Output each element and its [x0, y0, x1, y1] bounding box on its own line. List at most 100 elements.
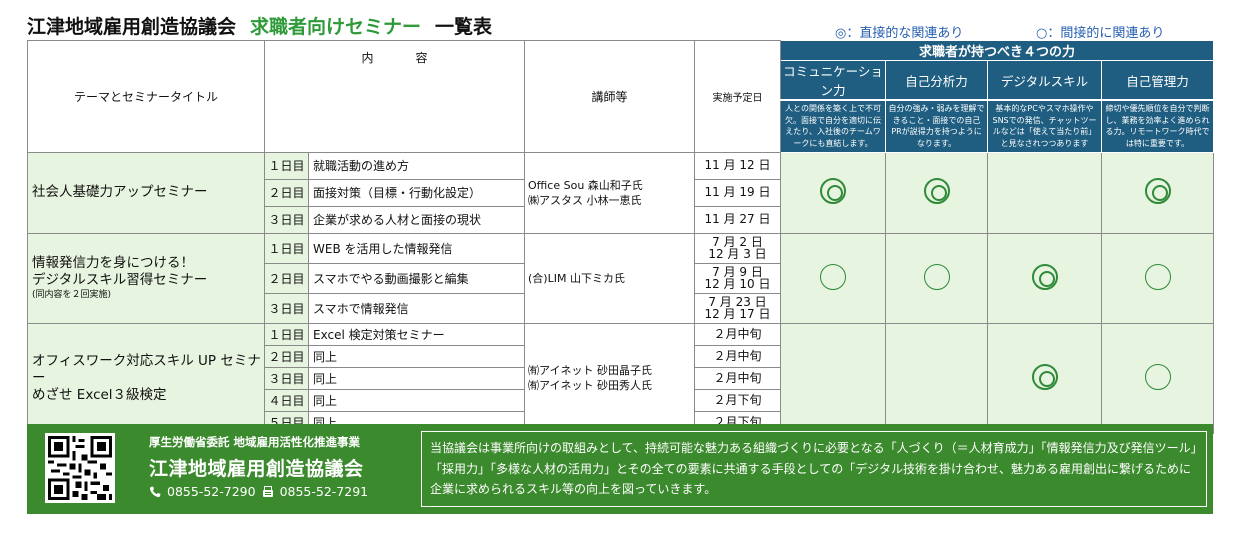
skill-desc-self-management: 締切や優先順位を自分で判断し、業務を効率よく進められる力。リモートワーク時代では…	[1101, 99, 1215, 153]
skill-desc-self-analysis: 自分の強み・弱みを理解できること・面接での自己PRが説得力を持つようになります。	[885, 99, 989, 153]
seminar-2-mark-digital	[987, 232, 1103, 324]
title-list: 一覧表	[435, 16, 493, 38]
seminar-1-topic-3: 企業が求める人材と面接の現状	[307, 205, 526, 234]
seminar-1-date-1: 11 月 12 日	[694, 151, 782, 180]
seminar-3-date-4: ２月下旬	[694, 388, 782, 412]
seminar-3-lecturer-1: ㈲アイネット 砂田晶子氏	[528, 364, 652, 377]
header-skills: 求職者が持つべき４つの力	[780, 40, 1215, 61]
seminar-2-day-3: ３日目	[264, 292, 309, 324]
seminar-3-topic-3: 同上	[307, 366, 526, 390]
seminar-2-lecturers: (合)LIM 山下ミカ氏	[524, 232, 696, 324]
seminar-3-mark-digital	[987, 322, 1103, 434]
seminar-2-topic-3: スマホで情報発信	[307, 292, 526, 324]
seminar-3-date-1: ２月中旬	[694, 322, 782, 346]
organization-name: 江津地域雇用創造協議会	[149, 458, 364, 480]
seminar-3-mark-communication	[780, 322, 887, 434]
double-circle-icon	[1031, 363, 1058, 390]
fax-number: 0855-52-7291	[279, 484, 369, 499]
seminar-2-lecturer-1: (合)LIM 山下ミカ氏	[528, 271, 625, 285]
skill-communication: コミュニケーション力	[780, 60, 887, 101]
seminar-1-date-2: 11 月 19 日	[694, 178, 782, 207]
seminar-3-lecturers: ㈲アイネット 砂田晶子氏 ㈲アイネット 砂田秀人氏	[524, 322, 696, 434]
header-date: 実施予定日	[694, 40, 782, 153]
seminar-1-day-3: ３日目	[264, 205, 309, 234]
double-circle-icon	[820, 178, 847, 204]
seminar-3-date-3: ２月中旬	[694, 366, 782, 390]
seminar-3-day-2: ２日目	[264, 344, 309, 368]
circle-icon	[1144, 363, 1171, 390]
seminar-2-date-3b: 12 月 17 日	[704, 307, 771, 321]
header-theme: テーマとセミナータイトル	[27, 40, 265, 153]
seminar-3-topic-4: 同上	[307, 388, 526, 412]
sponsor-text: 厚生労働省委託 地域雇用活性化推進事業	[149, 435, 361, 449]
phone-number[interactable]: 0855-52-7290	[167, 484, 256, 499]
seminar-3-day-1: １日目	[264, 322, 309, 346]
double-circle-icon	[1031, 263, 1058, 290]
skill-desc-communication: 人との関係を築く上で不可欠。面接で自分を適切に伝えたり、入社後のチームワークにも…	[780, 99, 887, 153]
seminar-3-topic-1: Excel 検定対策セミナー	[307, 322, 526, 346]
seminar-2-note: (同内容を２回実施)	[32, 289, 112, 300]
fax-icon	[262, 485, 273, 497]
contact-numbers: 0855-52-7290 0855-52-7291	[149, 484, 368, 499]
seminar-3-lecturer-2: ㈲アイネット 砂田秀人氏	[528, 379, 652, 392]
seminar-3-mark-self-management	[1101, 322, 1215, 434]
seminar-1-mark-self-analysis	[885, 151, 989, 234]
seminar-2-mark-communication	[780, 232, 887, 324]
seminar-1-lecturer-2: ㈱アスタス 小林一恵氏	[528, 193, 642, 207]
seminar-2-date-2b: 12 月 10 日	[704, 277, 771, 291]
double-circle-icon	[923, 178, 950, 204]
description-box: 当協議会は事業所向けの取組みとして、持続可能な魅力ある組織づくりに必要となる「人…	[421, 431, 1207, 507]
seminar-1-lecturers: Office Sou 森山和子氏 ㈱アスタス 小林一恵氏	[524, 151, 696, 234]
seminar-table: テーマとセミナータイトル 内容 講師等 実施予定日 求職者が持つべき４つの力 コ…	[27, 40, 1215, 434]
seminar-2-title-2: デジタルスキル習得セミナー	[32, 271, 208, 288]
header-lecturer: 講師等	[524, 40, 696, 153]
seminar-2-theme: 情報発信力を身につける！ デジタルスキル習得セミナー (同内容を２回実施)	[27, 232, 265, 324]
seminar-3-theme: オフィスワーク対応スキル UP セミナー めざせ Excel３級検定	[27, 322, 265, 434]
seminar-3-mark-self-analysis	[885, 322, 989, 434]
legend-indirect: ○：間接的に関連あり	[1036, 26, 1165, 41]
footer: 厚生労働省委託 地域雇用活性化推進事業 江津地域雇用創造協議会 0855-52-…	[27, 424, 1213, 514]
seminar-2-topic-2: スマホでやる動画撮影と編集	[307, 262, 526, 294]
seminar-1-lecturer-1: Office Sou 森山和子氏	[528, 178, 643, 192]
phone-icon	[149, 486, 161, 497]
header-content: 内容	[263, 40, 526, 153]
seminar-2-title: 情報発信力を身につける！	[32, 254, 194, 271]
seminar-2-day-2: ２日目	[264, 262, 309, 294]
seminar-2-date-3: 7 月 23 日 12 月 17 日	[694, 292, 782, 324]
seminar-2-topic-1: WEB を活用した情報発信	[307, 232, 526, 264]
seminar-3-title-2: めざせ Excel３級検定	[32, 386, 167, 403]
seminar-1-date-3: 11 月 27 日	[694, 205, 782, 234]
seminar-3-day-3: ３日目	[264, 366, 309, 390]
page-title: 江津地域雇用創造協議会 求職者向けセミナー 一覧表	[27, 12, 787, 40]
skill-self-management: 自己管理力	[1101, 60, 1215, 101]
skill-digital: デジタルスキル	[987, 60, 1103, 101]
seminar-1-title: 社会人基礎力アップセミナー	[32, 184, 208, 200]
double-circle-icon	[1144, 178, 1171, 204]
seminar-2-date-2: 7 月 9 日 12 月 10 日	[694, 262, 782, 294]
organization-info: 厚生労働省委託 地域雇用活性化推進事業 江津地域雇用創造協議会 0855-52-…	[149, 434, 368, 499]
seminar-2-mark-self-analysis	[885, 232, 989, 324]
skill-self-analysis: 自己分析力	[885, 60, 989, 101]
seminar-1-topic-2: 面接対策（目標・行動化設定）	[307, 178, 526, 207]
title-seminar: 求職者向けセミナー	[250, 16, 422, 38]
legend-direct: ◎：直接的な関連あり	[835, 26, 964, 41]
seminar-1-theme: 社会人基礎力アップセミナー	[27, 151, 265, 234]
qr-code-icon[interactable]	[45, 433, 115, 503]
seminar-3-day-4: ４日目	[264, 388, 309, 412]
circle-icon	[820, 263, 847, 290]
seminar-1-day-2: ２日目	[264, 178, 309, 207]
seminar-2-date-1: 7 月 2 日 12 月 3 日	[694, 232, 782, 264]
seminar-1-day-1: １日目	[264, 151, 309, 180]
seminar-1-mark-self-management	[1101, 151, 1215, 234]
seminar-2-date-1b: 12 月 3 日	[708, 247, 767, 261]
title-organization: 江津地域雇用創造協議会	[27, 16, 237, 38]
seminar-2-mark-self-management	[1101, 232, 1215, 324]
seminar-3-date-2: ２月中旬	[694, 344, 782, 368]
skill-desc-digital: 基本的なPCやスマホ操作やSNSでの発信、チャットツールなどは「使えて当たり前」…	[987, 99, 1103, 153]
circle-icon	[923, 263, 950, 290]
seminar-3-topic-2: 同上	[307, 344, 526, 368]
seminar-3-title: オフィスワーク対応スキル UP セミナー	[32, 352, 261, 386]
seminar-1-mark-communication	[780, 151, 887, 234]
seminar-1-mark-digital	[987, 151, 1103, 234]
circle-icon	[1144, 263, 1171, 290]
